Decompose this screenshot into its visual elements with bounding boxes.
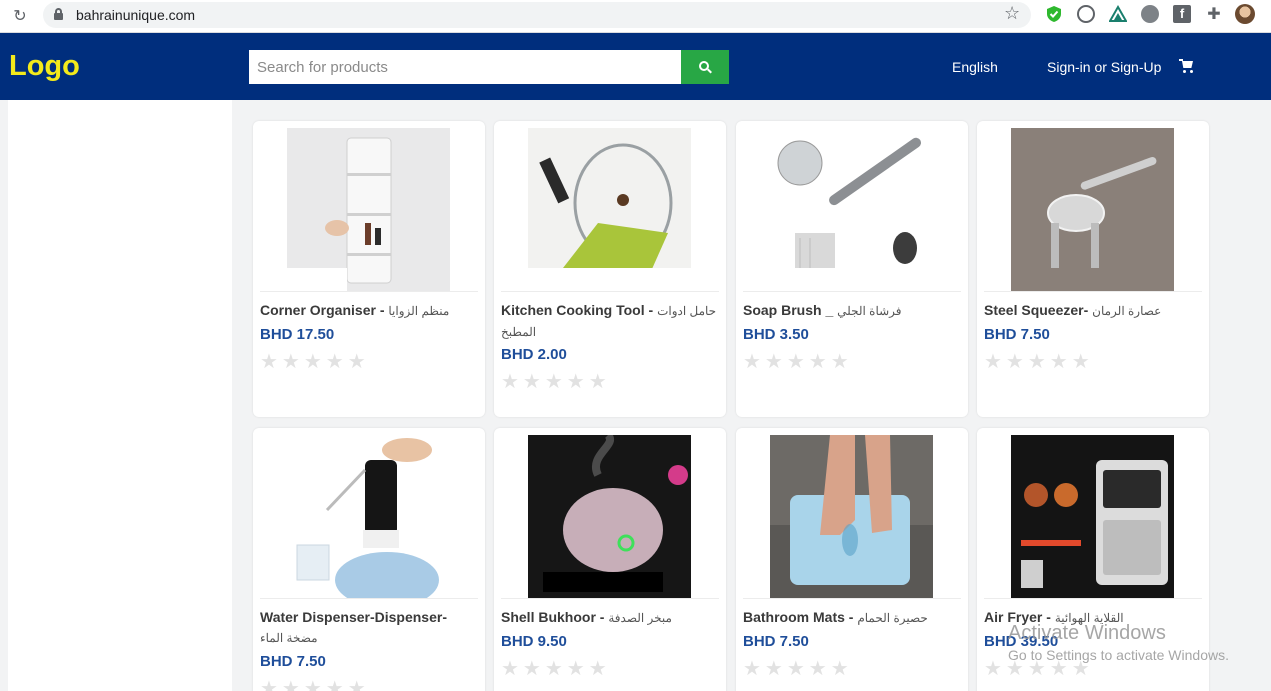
product-image[interactable] (287, 435, 450, 598)
product-card[interactable]: Shell Bukhoor - مبخر الصدفة BHD 9.50 ★★★… (494, 428, 726, 691)
browser-toolbar: ↻ bahrainunique.com ☆ f ✚ (0, 0, 1271, 33)
shield-extension-icon[interactable] (1045, 5, 1063, 23)
product-price: BHD 7.50 (260, 653, 326, 670)
address-url[interactable]: bahrainunique.com (76, 7, 195, 23)
product-price: BHD 9.50 (501, 633, 567, 650)
profile-avatar[interactable] (1235, 4, 1255, 24)
product-image[interactable] (770, 435, 933, 598)
rating-stars[interactable]: ★★★★★ (501, 657, 611, 679)
product-title[interactable]: Bathroom Mats - حصيرة الحمام (743, 607, 963, 628)
product-card[interactable]: Soap Brush _ فرشاة الجلي BHD 3.50 ★★★★★ (736, 121, 968, 417)
product-price: BHD 2.00 (501, 346, 567, 363)
product-image[interactable] (1011, 435, 1174, 598)
rating-stars[interactable]: ★★★★★ (260, 350, 370, 372)
product-card[interactable]: Kitchen Cooking Tool - حامل ادوات المطبخ… (494, 121, 726, 417)
lock-icon[interactable] (54, 8, 63, 20)
product-card[interactable]: Steel Squeezer- عصارة الرمان BHD 7.50 ★★… (977, 121, 1209, 417)
product-title[interactable]: Shell Bukhoor - مبخر الصدفة (501, 607, 721, 628)
product-image[interactable] (528, 128, 691, 291)
rating-stars[interactable]: ★★★★★ (743, 350, 853, 372)
product-title[interactable]: Kitchen Cooking Tool - حامل ادوات المطبخ (501, 300, 721, 342)
product-card[interactable]: Bathroom Mats - حصيرة الحمام BHD 7.50 ★★… (736, 428, 968, 691)
rating-stars[interactable]: ★★★★★ (743, 657, 853, 679)
facebook-extension-icon[interactable]: f (1173, 5, 1191, 23)
product-title[interactable]: Air Fryer - القلاية الهوائية (984, 607, 1204, 628)
globe-extension-icon[interactable] (1141, 5, 1159, 23)
cart-icon[interactable] (1179, 58, 1195, 74)
product-image[interactable] (1011, 128, 1174, 291)
search-button[interactable] (681, 50, 729, 84)
product-price: BHD 39.50 (984, 633, 1059, 650)
signin-link[interactable]: Sign-in or Sign-Up (1047, 59, 1161, 75)
product-title[interactable]: Steel Squeezer- عصارة الرمان (984, 300, 1204, 321)
search-input[interactable] (249, 50, 681, 84)
product-card[interactable]: Water Dispenser-Dispenser- مضخة الماء BH… (253, 428, 485, 691)
product-image[interactable] (528, 435, 691, 598)
site-header: Logo English Sign-in or Sign-Up (0, 33, 1271, 100)
rating-stars[interactable]: ★★★★★ (984, 657, 1094, 679)
language-selector[interactable]: English (952, 59, 998, 75)
product-title[interactable]: Water Dispenser-Dispenser- مضخة الماء (260, 607, 480, 648)
product-price: BHD 7.50 (984, 326, 1050, 343)
product-title[interactable]: Corner Organiser - منظم الزوايا (260, 300, 480, 321)
extensions-puzzle-icon[interactable]: ✚ (1205, 5, 1223, 23)
product-image[interactable] (287, 128, 450, 291)
product-title[interactable]: Soap Brush _ فرشاة الجلي (743, 300, 963, 321)
reload-icon[interactable]: ↻ (10, 6, 30, 26)
product-price: BHD 17.50 (260, 326, 335, 343)
product-price: BHD 7.50 (743, 633, 809, 650)
product-price: BHD 3.50 (743, 326, 809, 343)
product-card[interactable]: Corner Organiser - منظم الزوايا BHD 17.5… (253, 121, 485, 417)
site-logo[interactable]: Logo (9, 49, 80, 83)
circle-extension-icon[interactable] (1077, 5, 1095, 23)
filter-sidebar (8, 100, 232, 691)
bookmark-star-icon[interactable]: ☆ (1004, 4, 1020, 24)
rating-stars[interactable]: ★★★★★ (501, 370, 611, 392)
rating-stars[interactable]: ★★★★★ (260, 677, 370, 691)
product-image[interactable] (770, 128, 933, 291)
product-card[interactable]: Air Fryer - القلاية الهوائية BHD 39.50 ★… (977, 428, 1209, 691)
rating-stars[interactable]: ★★★★★ (984, 350, 1094, 372)
triangle-extension-icon[interactable] (1108, 4, 1128, 23)
